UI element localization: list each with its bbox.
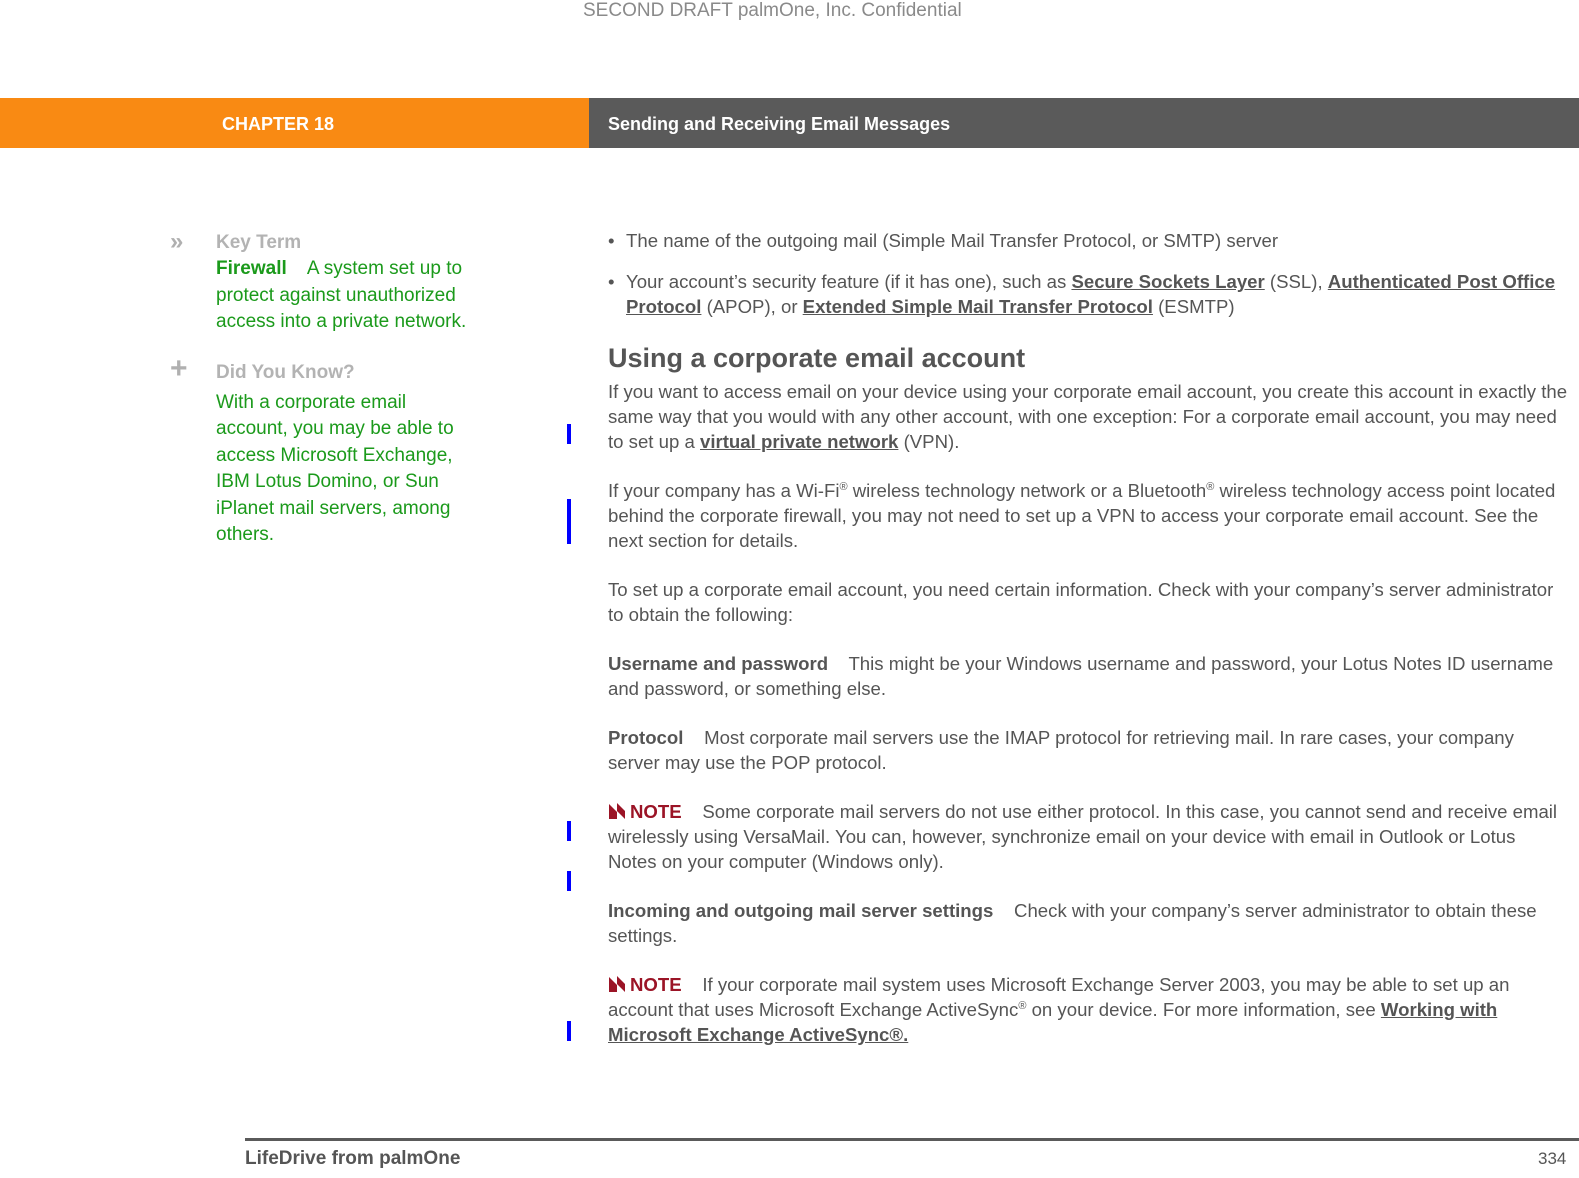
main-content: The name of the outgoing mail (Simple Ma… <box>608 228 1568 1071</box>
chapter-tab: CHAPTER 18 <box>0 98 589 148</box>
sidebar: » Key Term Firewall A system set up to p… <box>170 230 470 549</box>
change-bar <box>567 871 571 891</box>
chapter-number: CHAPTER 18 <box>222 114 335 134</box>
list-item: The name of the outgoing mail (Simple Ma… <box>608 228 1568 253</box>
plus-icon: + <box>170 351 188 385</box>
footer-book-title: LifeDrive from palmOne <box>245 1148 461 1169</box>
key-term-word: Firewall <box>216 258 287 279</box>
draft-watermark: SECOND DRAFT palmOne, Inc. Confidential <box>583 0 962 21</box>
change-bar <box>567 1021 571 1041</box>
definition-item: Protocol Most corporate mail servers use… <box>608 727 1514 773</box>
page-number: 334 <box>1538 1149 1567 1168</box>
definition-term: Protocol <box>608 727 684 748</box>
definition-item: Username and password This might be your… <box>608 653 1554 699</box>
did-you-know-box: + Did You Know? With a corporate email a… <box>170 351 470 549</box>
note-label: NOTE <box>630 974 682 995</box>
paragraph: If you want to access email on your devi… <box>608 381 1568 452</box>
definition-item: Incoming and outgoing mail server settin… <box>608 900 1537 946</box>
link-virtual-private-network[interactable]: virtual private network <box>700 431 898 452</box>
key-term-box: » Key Term Firewall A system set up to p… <box>170 230 470 336</box>
key-term-heading: Key Term <box>216 232 302 253</box>
double-chevron-right-icon: » <box>170 228 184 255</box>
link-extended-smtp[interactable]: Extended Simple Mail Transfer Protocol <box>803 296 1153 317</box>
note: NOTE Some corporate mail servers do not … <box>608 801 1558 872</box>
key-term-body: Firewall A system set up to protect agai… <box>216 256 470 336</box>
change-bar <box>567 499 571 544</box>
paragraph: To set up a corporate email account, you… <box>608 579 1554 625</box>
change-bar <box>567 424 571 444</box>
did-you-know-text: With a corporate email account, you may … <box>216 391 454 546</box>
definition-term: Username and password <box>608 653 829 674</box>
note-icon <box>609 803 625 819</box>
chapter-title: Sending and Receiving Email Messages <box>608 114 951 134</box>
footer-divider <box>245 1138 1579 1141</box>
definition-term: Incoming and outgoing mail server settin… <box>608 900 994 921</box>
did-you-know-heading: Did You Know? <box>216 361 355 383</box>
section-heading: Using a corporate email account <box>608 343 1026 373</box>
chapter-header: CHAPTER 18 Sending and Receiving Email M… <box>0 98 1579 148</box>
chapter-title-bar: Sending and Receiving Email Messages <box>589 98 1579 148</box>
change-bar <box>567 821 571 841</box>
list-item: Your account’s security feature (if it h… <box>608 269 1568 319</box>
note: NOTE If your corporate mail system uses … <box>608 974 1510 1045</box>
note-icon <box>609 976 625 992</box>
paragraph: If your company has a Wi-Fi® wireless te… <box>608 480 1556 551</box>
link-secure-sockets-layer[interactable]: Secure Sockets Layer <box>1071 271 1264 292</box>
note-label: NOTE <box>630 801 682 822</box>
